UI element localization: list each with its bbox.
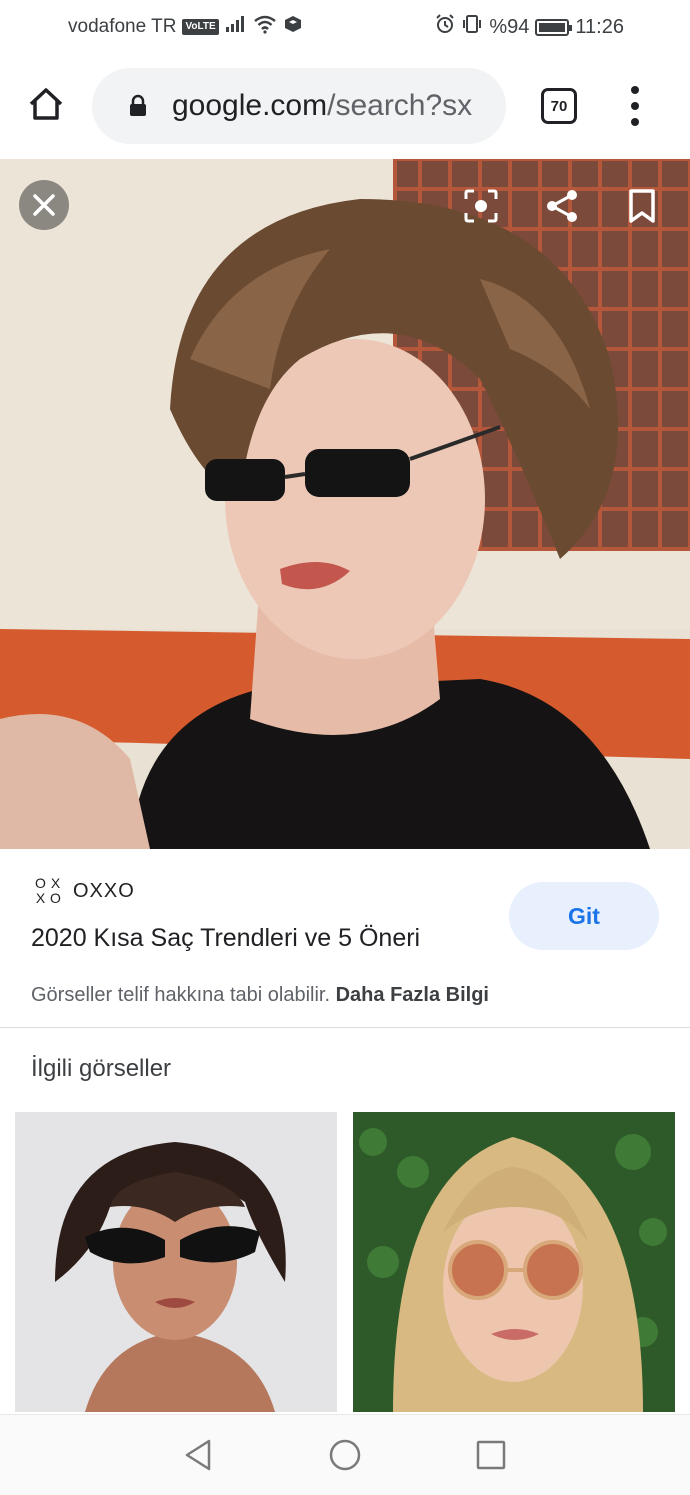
logo-glyph: X: [50, 875, 61, 891]
visit-button[interactable]: Git: [509, 882, 659, 950]
thumbnail-photo: [353, 1112, 675, 1412]
bookmark-button[interactable]: [620, 184, 664, 228]
lens-button[interactable]: [459, 184, 503, 228]
logo-glyph: O: [35, 875, 46, 891]
clock: 11:26: [575, 15, 624, 38]
menu-dot: [631, 118, 639, 126]
share-icon: [547, 190, 577, 222]
battery-fill: [539, 22, 566, 32]
volte-badge: VoLTE: [182, 19, 219, 35]
system-nav-bar: [0, 1414, 690, 1495]
lock-icon: [128, 94, 148, 118]
status-left: vodafone TR VoLTE: [68, 14, 303, 40]
recents-button[interactable]: [473, 1437, 509, 1473]
back-icon: [185, 1439, 211, 1471]
main-image[interactable]: [0, 159, 690, 849]
bookmark-icon: [629, 189, 655, 223]
overflow-menu-button[interactable]: [620, 84, 650, 128]
close-button[interactable]: [19, 180, 69, 230]
source-row[interactable]: O X X O OXXO: [33, 876, 135, 906]
url-bar[interactable]: google.com/search?sx: [92, 68, 506, 144]
url-domain: google.com: [172, 89, 328, 122]
main-photo: [0, 159, 690, 849]
home-nav-button[interactable]: [327, 1437, 363, 1473]
url-path: /search?sx: [327, 89, 473, 122]
result-title[interactable]: 2020 Kısa Saç Trendleri ve 5 Öneri: [31, 924, 420, 953]
source-name: OXXO: [73, 879, 135, 902]
status-right: %94 11:26: [435, 14, 624, 40]
battery-percent: %94: [489, 15, 530, 38]
circle-home-icon: [329, 1439, 361, 1471]
browser-toolbar: google.com/search?sx 70: [0, 54, 690, 158]
copyright-text: Görseller telif hakkına tabi olabilir.: [31, 984, 331, 1006]
related-image-thumbnail[interactable]: [15, 1112, 337, 1412]
url-text: google.com/search?sx: [172, 89, 492, 123]
battery-icon: [535, 18, 573, 36]
logo-glyph: O: [50, 890, 61, 906]
divider: [0, 1027, 690, 1028]
logo-glyph: X: [35, 890, 46, 906]
back-button[interactable]: [180, 1437, 216, 1473]
lens-icon: [464, 189, 498, 223]
menu-dot: [631, 102, 639, 110]
signal-icon: [225, 15, 247, 39]
home-icon: [29, 88, 63, 120]
source-logo: O X X O: [33, 876, 63, 906]
data-icon: [283, 14, 303, 40]
related-image-thumbnail[interactable]: [353, 1112, 675, 1412]
square-recents-icon: [476, 1440, 506, 1470]
menu-dot: [631, 86, 639, 94]
share-button[interactable]: [540, 184, 584, 228]
close-icon: [33, 194, 55, 216]
vibrate-icon: [461, 14, 483, 40]
alarm-icon: [435, 14, 455, 40]
copyright-notice: Görseller telif hakkına tabi olabilir. D…: [31, 984, 489, 1007]
tab-switcher-button[interactable]: 70: [541, 88, 577, 124]
status-bar: vodafone TR VoLTE %94 11:26: [0, 0, 690, 54]
related-images-heading: İlgili görseller: [31, 1055, 172, 1082]
thumbnail-photo: [15, 1112, 337, 1412]
wifi-icon: [253, 14, 277, 40]
carrier-name: vodafone TR: [68, 16, 177, 37]
more-info-link[interactable]: Daha Fazla Bilgi: [336, 984, 489, 1006]
home-button[interactable]: [24, 82, 68, 126]
